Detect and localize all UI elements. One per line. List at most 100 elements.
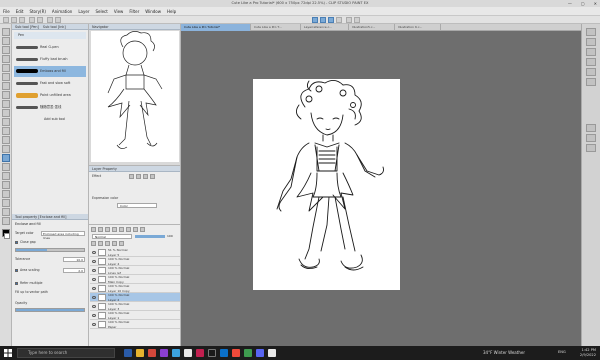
ruler-tool-icon[interactable] xyxy=(2,190,10,198)
auto-select-tool-icon[interactable] xyxy=(2,73,10,81)
clip-studio-icon[interactable] xyxy=(208,349,216,357)
menu-window[interactable]: Window xyxy=(145,9,161,14)
store-icon[interactable] xyxy=(220,349,228,357)
subtool-item[interactable]: Paint unfilled area xyxy=(14,90,86,101)
subtool-tab[interactable]: Sub tool [Pen] xyxy=(15,25,39,29)
menu-layer[interactable]: Layer xyxy=(78,9,89,14)
eye-icon[interactable] xyxy=(92,314,96,317)
tone-effect-icon[interactable] xyxy=(143,174,148,179)
brush-tool-icon[interactable] xyxy=(2,109,10,117)
gradient-tool-icon[interactable] xyxy=(2,163,10,171)
layer-row[interactable]: 100 % Normal Main Copy xyxy=(90,275,180,284)
blend-mode-select[interactable]: Normal xyxy=(92,234,132,239)
menu-file[interactable]: File xyxy=(3,9,10,14)
save-icon[interactable] xyxy=(19,17,25,23)
weather-widget[interactable]: 34°F Winter Weather xyxy=(483,350,525,355)
sub-color-swatch[interactable] xyxy=(4,233,10,239)
layer-row[interactable]: 51 % Normal Layer 5 xyxy=(90,248,180,257)
maximize-button[interactable]: ▢ xyxy=(581,1,585,6)
zoom-tool-icon[interactable] xyxy=(2,28,10,36)
eye-icon[interactable] xyxy=(92,278,96,281)
snap-grid-icon[interactable] xyxy=(320,17,326,23)
mask-icon[interactable] xyxy=(133,227,138,232)
material-icon[interactable] xyxy=(586,124,596,132)
menu-animation[interactable]: Animation xyxy=(52,9,72,14)
open-file-icon[interactable] xyxy=(11,17,17,23)
decoration-tool-icon[interactable] xyxy=(2,127,10,135)
language-indicator[interactable]: ENG xyxy=(558,350,566,354)
undo-icon[interactable] xyxy=(29,17,35,23)
refer-multiple-checkbox[interactable] xyxy=(15,281,18,285)
menu-help[interactable]: Help xyxy=(167,9,176,14)
search-layer-icon[interactable] xyxy=(586,134,596,142)
figure-tool-icon[interactable] xyxy=(2,172,10,180)
app-icon[interactable] xyxy=(160,349,168,357)
ruler-icon[interactable] xyxy=(354,17,360,23)
subtool-item[interactable]: Fast and slow soft xyxy=(14,78,86,89)
media-app-icon[interactable] xyxy=(196,349,204,357)
ruler-visibility-icon[interactable] xyxy=(140,227,145,232)
eye-icon[interactable] xyxy=(92,251,96,254)
move-layer-tool-icon[interactable] xyxy=(2,55,10,63)
text-tool-icon[interactable] xyxy=(2,199,10,207)
fill-tool-icon[interactable] xyxy=(2,154,10,162)
chrome-icon[interactable] xyxy=(148,349,156,357)
new-folder-icon[interactable] xyxy=(105,241,110,246)
layer-color-icon[interactable] xyxy=(150,174,155,179)
minimize-button[interactable]: — xyxy=(568,1,572,6)
area-scaling-checkbox[interactable] xyxy=(15,268,18,272)
doc-tab[interactable]: Illustration5.c... xyxy=(349,24,395,31)
new-vector-layer-icon[interactable] xyxy=(98,241,103,246)
snap-special-icon[interactable] xyxy=(336,17,342,23)
add-subtool-button[interactable]: Add sub tool xyxy=(14,114,86,125)
eye-icon[interactable] xyxy=(92,269,96,272)
layer-row[interactable]: 100 % Normal Layer 3 xyxy=(90,302,180,311)
notepad-icon[interactable] xyxy=(184,349,192,357)
menu-select[interactable]: Select xyxy=(95,9,107,14)
close-button[interactable]: ✕ xyxy=(594,1,597,6)
pen-tool-icon[interactable] xyxy=(2,91,10,99)
menu-filter[interactable]: Filter xyxy=(129,9,139,14)
snap-perspective-icon[interactable] xyxy=(328,17,334,23)
layer-row-selected[interactable]: 100 % Normal Layer 2 xyxy=(90,293,180,302)
doc-tab[interactable]: Layerreference.c... xyxy=(301,24,349,31)
blend-tool-icon[interactable] xyxy=(2,145,10,153)
draft-layer-icon[interactable] xyxy=(112,227,117,232)
layer-opacity-value[interactable]: 100 xyxy=(167,234,173,238)
balloon-tool-icon[interactable] xyxy=(2,208,10,216)
pencil-tool-icon[interactable] xyxy=(2,100,10,108)
subtool-group[interactable]: Pen xyxy=(14,32,86,39)
reference-layer-icon[interactable] xyxy=(105,227,110,232)
eye-icon[interactable] xyxy=(92,260,96,263)
subtool-item[interactable]: 随随意墨·墨线 xyxy=(14,102,86,113)
watercolor-effect-icon[interactable] xyxy=(136,174,141,179)
tolerance-value[interactable]: 10.0 xyxy=(63,257,85,262)
area-scaling-value[interactable]: 2.0 xyxy=(63,268,85,273)
merge-down-icon[interactable] xyxy=(112,241,117,246)
layer-row[interactable]: 100 % Normal Lines ref xyxy=(90,266,180,275)
delete-layer-icon[interactable] xyxy=(119,241,124,246)
color-wheel-icon[interactable] xyxy=(586,28,596,36)
taskbar-search[interactable]: Type here to search xyxy=(17,348,115,358)
doc-tab[interactable]: Illustration 6.c... xyxy=(395,24,441,31)
item-bank-icon[interactable] xyxy=(586,144,596,152)
spotify-icon[interactable] xyxy=(244,349,252,357)
lock-alpha-icon[interactable] xyxy=(126,227,131,232)
menu-edit[interactable]: Edit xyxy=(16,9,24,14)
opacity-slider[interactable] xyxy=(15,308,85,312)
color-slider-icon[interactable] xyxy=(586,38,596,46)
layer-menu-icon[interactable] xyxy=(91,227,96,232)
task-view-icon[interactable] xyxy=(124,349,132,357)
layer-row[interactable]: 100 % Normal Layer 4 xyxy=(90,257,180,266)
color-set-icon[interactable] xyxy=(586,48,596,56)
eraser-tool-icon[interactable] xyxy=(2,136,10,144)
redo-icon[interactable] xyxy=(37,17,43,23)
operation-tool-icon[interactable] xyxy=(2,46,10,54)
subtool-item[interactable]: Fluffy bad brush xyxy=(14,54,86,65)
airbrush-tool-icon[interactable] xyxy=(2,118,10,126)
layer-row[interactable]: 100 % Normal Paper xyxy=(90,320,180,329)
eye-icon[interactable] xyxy=(92,296,96,299)
eyedropper-tool-icon[interactable] xyxy=(2,82,10,90)
doc-tab-active[interactable]: Cute Like a Pro Tutorial* xyxy=(181,24,251,31)
system-clock[interactable]: 1:42 PM 2/9/2022 xyxy=(580,348,596,357)
